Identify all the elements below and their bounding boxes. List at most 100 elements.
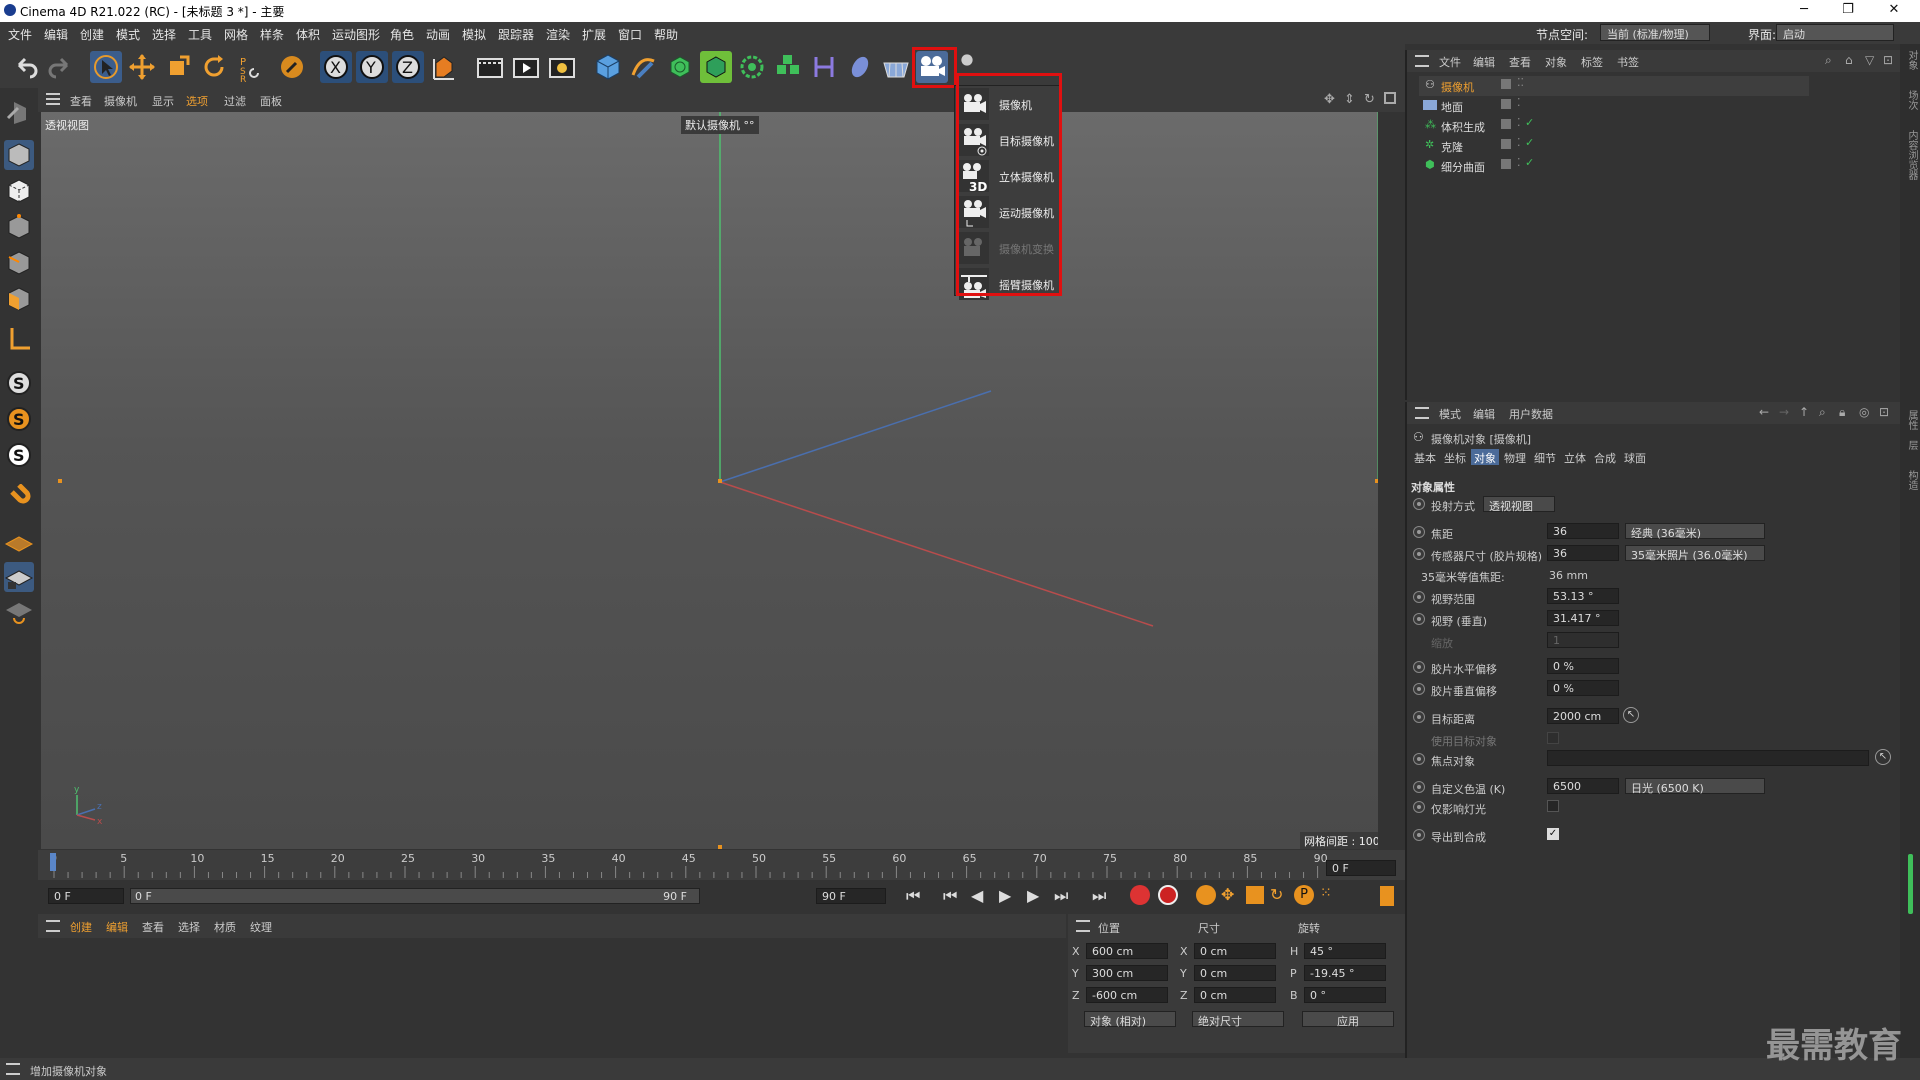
pen-spline-icon[interactable] [628,51,660,83]
viewport-pan-icon[interactable]: ✥ [1324,92,1335,107]
material-menu-material[interactable]: 材质 [214,919,236,935]
tab-coord[interactable]: 坐标 [1441,449,1469,465]
next-frame-icon[interactable]: ▶ [1027,886,1039,905]
menu-create[interactable]: 创建 [80,26,104,43]
menu-extensions[interactable]: 扩展 [582,26,606,43]
mograph-cloner-icon[interactable] [772,51,804,83]
menu-animate[interactable]: 动画 [426,26,450,43]
om-home-icon[interactable]: ⌂ [1845,53,1853,67]
rotation-p-field[interactable]: -19.45 ° [1304,965,1386,981]
om-menu-edit[interactable]: 编辑 [1473,54,1495,70]
film-v-field[interactable]: 0 % [1547,680,1619,696]
psr-icon[interactable]: PSR [234,51,266,83]
viewport-dolly-icon[interactable]: ⇕ [1344,92,1355,107]
position-y-field[interactable]: 300 cm [1086,965,1168,981]
focus-pick-icon[interactable]: ↖ [1875,749,1891,765]
position-z-field[interactable]: -600 cm [1086,987,1168,1003]
next-key-icon[interactable]: ⏭ [1054,886,1068,906]
node-space-dropdown[interactable]: 当前 (标准/物理) [1600,24,1710,41]
menu-tracker[interactable]: 跟踪器 [498,26,534,43]
rotation-b-field[interactable]: 0 ° [1304,987,1386,1003]
focal-anim-toggle[interactable] [1413,526,1425,538]
menu-spline[interactable]: 样条 [260,26,284,43]
tab-details[interactable]: 细节 [1531,449,1559,465]
lock-icon[interactable]: 🔒︎ [1839,405,1845,420]
om-new-window-icon[interactable]: ⊡ [1883,53,1893,67]
lock-workplane-icon[interactable] [4,562,34,592]
close-button[interactable]: ✕ [1872,0,1916,22]
focus-object-anim-toggle[interactable] [1413,753,1425,765]
workplane-snap-icon[interactable]: S [4,440,34,470]
coords-panel-menu-icon[interactable] [1076,920,1090,932]
planar-workplane-icon[interactable] [4,598,34,628]
material-area[interactable] [38,938,1066,1053]
layout-dropdown[interactable]: 启动 [1776,24,1894,41]
film-v-anim-toggle[interactable] [1413,683,1425,695]
material-menu-create[interactable]: 创建 [70,919,92,935]
object-row-floor[interactable]: 地面 ⁚ [1419,96,1809,116]
side-tab-structure[interactable]: 构造 [1904,470,1919,490]
viewport-menu-view[interactable]: 查看 [70,93,92,109]
focal-preset-dropdown[interactable]: 经典 (36毫米) [1625,523,1765,540]
film-h-anim-toggle[interactable] [1413,661,1425,673]
fov-anim-toggle[interactable] [1413,591,1425,603]
material-menu-edit[interactable]: 编辑 [106,919,128,935]
side-tab-objects[interactable]: 对象 [1904,50,1919,70]
fov-field[interactable]: 53.13 ° [1547,588,1619,604]
tab-stereo[interactable]: 立体 [1561,449,1589,465]
size-z-field[interactable]: 0 cm [1194,987,1276,1003]
color-temp-field[interactable]: 6500 [1547,778,1619,794]
rotation-h-field[interactable]: 45 ° [1304,943,1386,959]
texture-mode-icon[interactable] [4,176,34,206]
object-row-cloner[interactable]: ✲ 克隆 ⁚ ✓ [1419,136,1809,156]
target-pick-icon[interactable]: ↖ [1623,707,1639,723]
target-distance-anim-toggle[interactable] [1413,711,1425,723]
snap-s-icon[interactable]: S [4,368,34,398]
live-select-icon[interactable] [276,51,308,83]
render-dot-icon[interactable]: ⁚⁚ [1517,76,1524,89]
am-menu-mode[interactable]: 模式 [1439,406,1461,422]
menu-mesh[interactable]: 网格 [224,26,248,43]
start-frame-field[interactable]: 0 F [48,888,124,904]
viewport-rotate-icon[interactable]: ↻ [1364,92,1375,107]
fov-vertical-field[interactable]: 31.417 ° [1547,610,1619,626]
extrude-icon[interactable] [700,51,732,83]
keyframe-selection-icon[interactable] [1196,885,1216,905]
maximize-button[interactable]: ❐ [1826,0,1870,22]
om-menu-objects[interactable]: 对象 [1545,54,1567,70]
am-new-window-icon[interactable]: ⊡ [1879,405,1889,419]
enabled-check-icon[interactable]: ✓ [1525,116,1534,129]
back-arrow-icon[interactable]: ← [1759,405,1769,419]
viewport-menu-cameras[interactable]: 摄像机 [104,93,137,109]
size-x-field[interactable]: 0 cm [1194,943,1276,959]
side-tab-layers[interactable]: 层 [1904,440,1919,450]
render-to-picture-viewer-icon[interactable] [510,51,542,83]
export-comp-anim-toggle[interactable] [1413,829,1425,841]
tab-composition[interactable]: 合成 [1591,449,1619,465]
sensor-anim-toggle[interactable] [1413,548,1425,560]
om-menu-view[interactable]: 查看 [1509,54,1531,70]
render-settings-icon[interactable] [546,51,578,83]
auto-key-icon[interactable] [1158,885,1178,905]
coordinate-system-icon[interactable] [428,51,460,83]
key-pla-icon[interactable]: ⁙ [1320,885,1332,901]
redo-icon[interactable] [44,51,76,83]
rotate-tool-icon[interactable] [198,51,230,83]
attribute-panel-menu-icon[interactable] [1415,407,1429,419]
up-arrow-icon[interactable]: ↑ [1799,405,1809,419]
enabled-check-icon[interactable]: ✓ [1525,136,1534,149]
om-filter-icon[interactable]: ▽ [1865,53,1874,67]
affect-lights-anim-toggle[interactable] [1413,801,1425,813]
status-menu-icon[interactable] [6,1063,20,1075]
render-dot-icon[interactable]: ⁚ [1517,96,1521,109]
menu-select[interactable]: 选择 [152,26,176,43]
perspective-viewport[interactable]: y z x 透视视图 默认摄像机 °° 网格间距 : 100 cm [41,112,1378,849]
menu-help[interactable]: 帮助 [654,26,678,43]
menu-tools[interactable]: 工具 [188,26,212,43]
move-tool-icon[interactable] [126,51,158,83]
target-distance-field[interactable]: 2000 cm [1547,708,1619,724]
menu-window[interactable]: 窗口 [618,26,642,43]
y-axis-lock-icon[interactable]: Y [356,51,388,83]
visibility-toggle[interactable] [1501,79,1511,89]
menu-character[interactable]: 角色 [390,26,414,43]
